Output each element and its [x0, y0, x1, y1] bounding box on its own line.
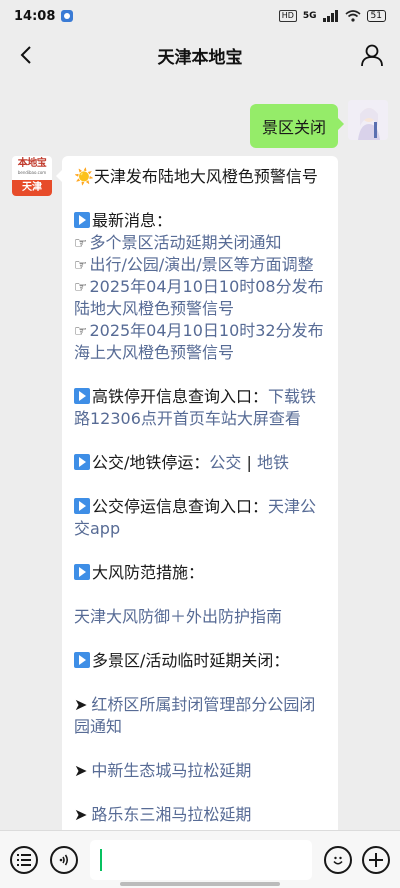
voice-glyph: [59, 854, 69, 865]
signal-icon: [322, 10, 338, 22]
chat-title: 天津本地宝: [157, 47, 243, 68]
arrow-icon: ➤: [74, 761, 88, 780]
network-type: 5G: [302, 11, 317, 21]
status-time: 14:08: [14, 8, 56, 24]
emoji-glyph: [333, 856, 343, 865]
transit-section: 公交/地铁停运：公交 | 地铁: [74, 452, 326, 474]
arrow-icon: ➤: [74, 695, 88, 714]
closure-heading: 多景区/活动临时延期关闭：: [74, 650, 326, 672]
bus-query-section: 公交停运信息查询入口：天津公交app: [74, 497, 317, 538]
headline: ☀️天津发布陆地大风橙色预警信号: [74, 167, 318, 186]
play-icon: [74, 212, 90, 228]
bus-link[interactable]: 公交: [209, 453, 241, 472]
person-icon[interactable]: [358, 41, 386, 69]
rail-section: 高铁停开信息查询入口：下载铁路12306点开首页车站大屏查看: [74, 387, 317, 428]
hd-icon: HD: [278, 10, 297, 22]
bendibao-logo: 本地宝 bendibao.com: [14, 158, 50, 178]
outgoing-message: 景区关闭: [249, 100, 388, 148]
chat-header: 天津本地宝: [0, 32, 400, 78]
wind-heading: 大风防范措施：: [74, 562, 326, 584]
user-avatar-image: [348, 100, 388, 140]
latest-link[interactable]: 多个景区活动延期关闭通知: [89, 233, 281, 252]
battery-icon: 51: [366, 10, 386, 22]
chat-area[interactable]: 景区关闭 本地宝 bendibao.com 天津 ☀️天津发布陆地大风橙色预警信…: [0, 78, 400, 830]
latest-heading: 最新消息：: [74, 210, 326, 232]
latest-item: ☞ 2025年04月10日10时08分发布陆地大风橙色预警信号: [74, 276, 326, 320]
closure-item-cutoff: ➤ 路乐东三湘马拉松延期: [74, 804, 326, 826]
battery-level: 51: [370, 11, 382, 21]
home-indicator[interactable]: [120, 882, 280, 886]
wifi-icon: [345, 10, 361, 22]
outgoing-bubble[interactable]: 景区关闭: [249, 104, 345, 148]
pointing-hand-icon: ☞: [74, 256, 88, 274]
voice-icon[interactable]: [50, 845, 78, 874]
reply-bubble: ☀️天津发布陆地大风橙色预警信号 最新消息： ☞ 多个景区活动延期关闭通知 ☞ 出行…: [56, 156, 338, 830]
bot-avatar[interactable]: 本地宝 bendibao.com 天津: [12, 156, 52, 196]
arrow-icon: ➤: [74, 805, 88, 824]
sun-icon: ☀️: [74, 167, 94, 186]
play-icon: [74, 564, 90, 580]
play-icon: [74, 652, 90, 668]
closure-link[interactable]: 红桥区所属封闭管理部分公园闭园通知: [74, 695, 315, 736]
latest-link[interactable]: 2025年04月10日10时08分发布陆地大风橙色预警信号: [74, 277, 324, 318]
play-icon: [74, 454, 90, 470]
message-input[interactable]: [90, 839, 312, 880]
wind-guide-link[interactable]: 天津大风防御＋外出防护指南: [74, 607, 282, 626]
emoji-icon[interactable]: [324, 845, 352, 874]
latest-link[interactable]: 2025年04月10日10时32分发布海上大风橙色预警信号: [74, 321, 324, 362]
status-icons: HD 5G 51: [278, 10, 386, 22]
wind-section: 天津大风防御＋外出防护指南: [74, 606, 326, 628]
status-bar: 14:08 HD 5G 51: [0, 0, 400, 32]
input-bar: [0, 830, 400, 888]
latest-link[interactable]: 出行/公园/演出/景区等方面调整: [89, 255, 313, 274]
pointing-hand-icon: ☞: [74, 234, 88, 252]
play-icon: [74, 498, 90, 514]
chevron-left-icon[interactable]: [14, 42, 40, 68]
metro-link[interactable]: 地铁: [257, 453, 289, 472]
pointing-hand-icon: ☞: [74, 278, 88, 296]
closure-link[interactable]: 路乐东三湘马拉松延期: [91, 805, 251, 824]
pointing-hand-icon: ☞: [74, 322, 88, 340]
list-glyph: [17, 853, 31, 866]
avatar-city-label: 天津: [12, 180, 52, 196]
plus-glyph: [369, 852, 383, 867]
plus-icon[interactable]: [362, 845, 390, 874]
closure-item: ➤ 红桥区所属封闭管理部分公园闭园通知: [74, 694, 326, 738]
latest-item: ☞ 多个景区活动延期关闭通知: [74, 232, 326, 254]
closure-item: ➤ 中新生态城马拉松延期: [74, 760, 326, 782]
notification-icon: [61, 10, 74, 22]
latest-item: ☞ 2025年04月10日10时32分发布海上大风橙色预警信号: [74, 320, 326, 364]
list-icon[interactable]: [10, 845, 38, 874]
text-caret: [100, 848, 102, 871]
latest-item: ☞ 出行/公园/演出/景区等方面调整: [74, 254, 326, 276]
user-avatar[interactable]: [348, 100, 388, 140]
play-icon: [74, 388, 90, 404]
closure-link[interactable]: 中新生态城马拉松延期: [91, 761, 251, 780]
incoming-message: 本地宝 bendibao.com 天津 ☀️天津发布陆地大风橙色预警信号 最新消…: [12, 156, 338, 830]
